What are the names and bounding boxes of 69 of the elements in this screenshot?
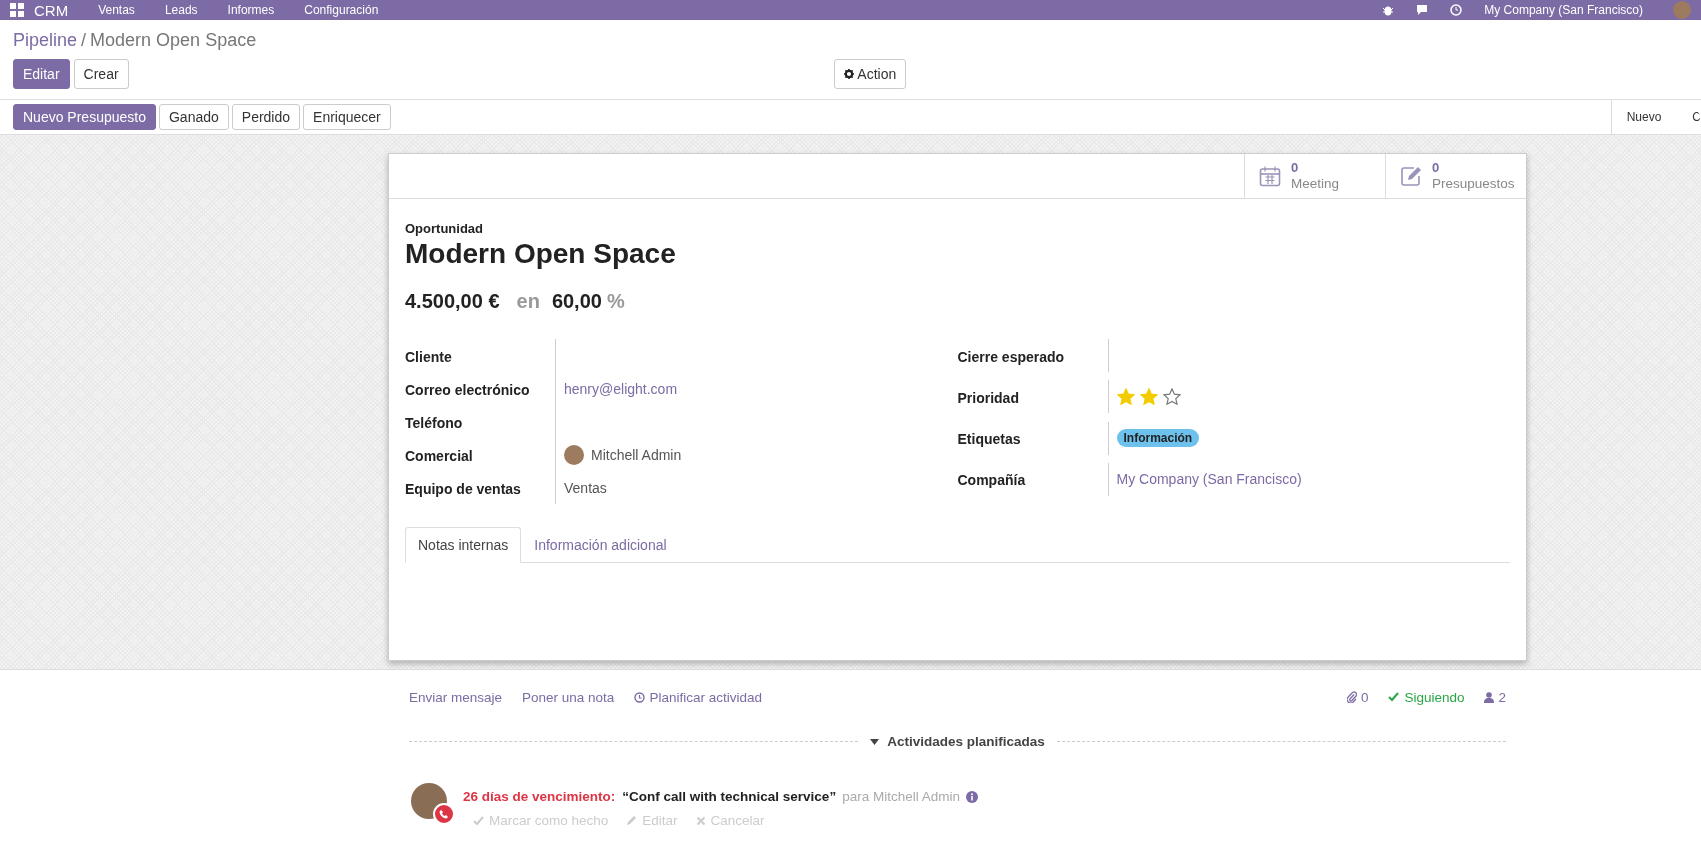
menu-item[interactable]: Informes (227, 3, 275, 17)
field-label: Cierre esperado (957, 347, 1065, 365)
header-button[interactable]: Perdido (231, 104, 301, 130)
chat-icon[interactable] (1416, 4, 1429, 16)
field-link[interactable]: henry@elight.com (564, 380, 678, 397)
expected-revenue: 4.500,00 € (405, 290, 500, 313)
check-icon (1388, 692, 1400, 702)
chatter-action-link[interactable]: Poner una nota (522, 689, 615, 705)
field-link[interactable]: My Company (San Francisco) (1116, 471, 1302, 488)
followers-counter[interactable]: 2 (1484, 689, 1506, 705)
company-switcher[interactable]: My Company (San Francisco) (1484, 3, 1643, 17)
field-label: Cliente (405, 347, 452, 365)
record-title: Modern Open Space (90, 30, 257, 51)
quotations-button[interactable]: 0 Presupuestos (1385, 154, 1526, 198)
field-value: Ventas (564, 479, 607, 496)
star-icon[interactable] (1162, 388, 1181, 406)
caret-icon (870, 738, 880, 745)
action-button[interactable]: Action (834, 59, 907, 89)
menu-item[interactable]: Leads (164, 3, 198, 17)
probability-value: 60,00 (551, 290, 602, 313)
bug-icon[interactable] (1382, 4, 1395, 16)
menu-item[interactable]: Ventas (98, 3, 135, 17)
field-label: Comercial (405, 446, 473, 464)
field-label: Correo electrónico (405, 380, 530, 398)
field-label: Prioridad (957, 388, 1019, 406)
create-button[interactable]: Crear (73, 59, 129, 89)
following-button[interactable]: Siguiendo (1388, 689, 1465, 705)
person-icon (1484, 691, 1495, 703)
tag-badge[interactable]: Información (1116, 429, 1200, 447)
pencil-square-icon (1400, 165, 1422, 187)
menu-item[interactable]: Configuración (304, 3, 379, 17)
field-label: Compañía (957, 471, 1026, 489)
gear-icon (844, 69, 855, 79)
notebook-tab[interactable]: Notas internas (405, 527, 522, 563)
meeting-button[interactable]: 0 Meeting (1244, 154, 1385, 198)
grid-icon[interactable] (10, 3, 24, 17)
attachments-counter[interactable]: 0 (1346, 689, 1369, 705)
percent-sign: % (606, 290, 625, 313)
field-label: Equipo de ventas (405, 479, 521, 497)
pencil-icon (626, 815, 638, 826)
field-value: Mitchell Admin (591, 446, 682, 463)
paperclip-icon (1346, 691, 1357, 703)
phone-icon (439, 809, 449, 819)
edit-button[interactable]: Editar (13, 59, 70, 89)
field-label: Teléfono (405, 413, 463, 431)
breadcrumb-link[interactable]: Pipeline (13, 30, 78, 51)
activity-summary: “Conf call with technical service” (622, 789, 837, 804)
info-icon[interactable] (965, 790, 978, 803)
app-name[interactable]: CRM (34, 1, 69, 19)
user-avatar (411, 783, 447, 819)
cross-icon (695, 815, 706, 826)
check-icon (473, 815, 484, 826)
header-button[interactable]: Nuevo Presupuesto (13, 104, 156, 130)
clock-icon[interactable] (1450, 4, 1463, 16)
header-button[interactable]: Ganado (158, 104, 229, 130)
clock-icon (634, 691, 646, 703)
calendar-icon (1259, 165, 1281, 187)
field-label: Etiquetas (957, 430, 1021, 447)
due-date-label: 26 días de vencimiento: (463, 789, 616, 804)
opportunity-name: Modern Open Space (405, 238, 677, 270)
user-avatar (564, 444, 584, 465)
chatter-action-link[interactable]: Enviar mensaje (409, 689, 503, 705)
header-button[interactable]: Enriquecer (303, 104, 391, 130)
breadcrumb-separator: / (81, 30, 87, 51)
activity-assignee: para Mitchell Admin (842, 789, 960, 804)
connector-text: en (516, 290, 540, 313)
chatter-action-link[interactable]: Planificar actividad (634, 689, 762, 705)
record-type-label: Oportunidad (405, 221, 484, 236)
activities-toggle[interactable]: Actividades planificadas (870, 734, 1045, 749)
